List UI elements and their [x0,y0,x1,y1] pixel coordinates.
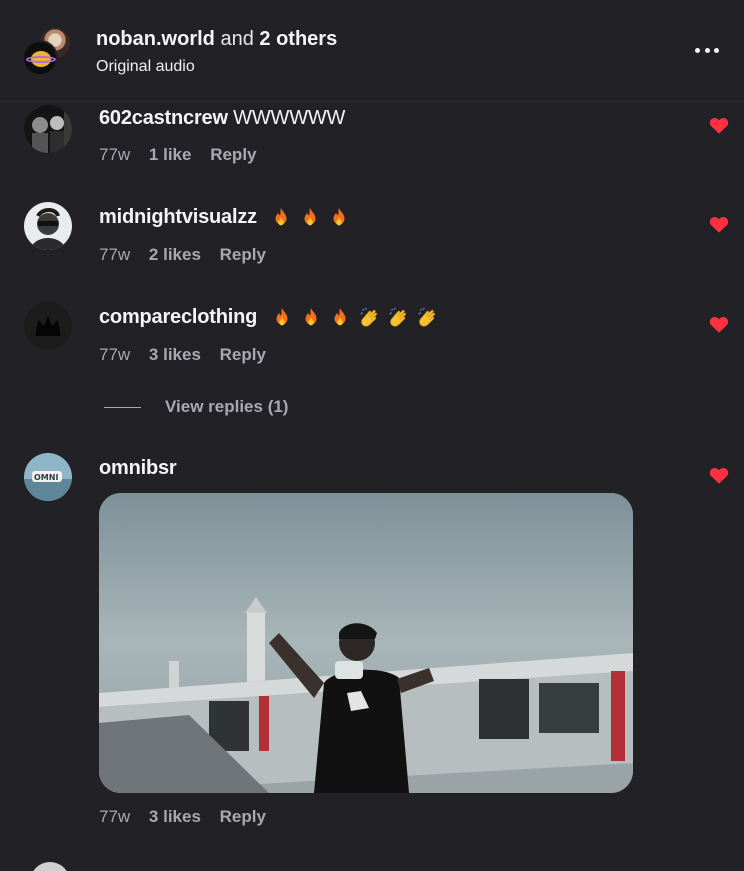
comment-age: 77w [99,145,131,164]
comment-meta: 77w 2 likes Reply [99,245,280,265]
comment-meta: 77w 1 like Reply [99,145,271,165]
svg-text:OMNI: OMNI [34,473,58,482]
clap-icon [359,307,377,327]
comment-likes[interactable]: 3 likes [149,807,201,826]
commenter-avatar[interactable] [24,202,72,250]
view-replies-button[interactable]: View replies (1) [104,396,288,418]
comment-age: 77w [99,345,131,364]
comment-meta: 77w 3 likes Reply [99,345,280,365]
post-authors: noban.world and 2 others [96,28,337,51]
commenter-avatar[interactable]: OMNI [24,453,72,501]
author-avatar-stack[interactable] [22,26,76,80]
post-header: noban.world and 2 others Original audio [0,0,744,102]
comment-gif-media[interactable] [99,493,633,793]
fire-icon [334,307,345,326]
comment-age: 77w [99,245,131,264]
comment-meta: 77w 3 likes Reply [99,807,280,827]
heart-icon[interactable] [709,116,729,134]
next-commenter-avatar[interactable] [30,862,70,871]
comment-username[interactable]: midnightvisualzz [99,206,350,229]
author-name[interactable]: noban.world [96,28,215,50]
replies-divider [104,406,141,408]
author-connector: and [220,28,254,50]
reply-button[interactable]: Reply [220,807,266,826]
comment-likes[interactable]: 2 likes [149,245,201,264]
fire-icon [305,307,316,326]
reply-button[interactable]: Reply [220,345,266,364]
comment-emojis [271,307,438,329]
fire-icon [275,207,287,226]
clap-icon [388,307,406,327]
fire-icon [276,307,287,326]
comment-emojis [270,207,350,229]
commenter-avatar[interactable] [24,105,72,153]
comment-age: 77w [99,807,131,826]
audio-label[interactable]: Original audio [96,58,195,76]
more-options-icon[interactable] [692,40,722,60]
fire-icon [333,207,345,226]
comment-likes[interactable]: 1 like [149,145,192,164]
clap-icon [417,307,435,327]
comment-text: WWWWWW [233,107,346,129]
view-replies-label: View replies (1) [165,397,289,416]
comment-username[interactable]: 602castncrew WWWWWW [99,107,345,130]
others-link[interactable]: 2 others [259,28,337,50]
reply-button[interactable]: Reply [210,145,256,164]
fire-icon [304,207,316,226]
heart-icon[interactable] [709,315,729,333]
heart-icon[interactable] [709,215,729,233]
comment-username[interactable]: compareclothing [99,306,438,329]
comment-username[interactable]: omnibsr [99,457,177,480]
comment-likes[interactable]: 3 likes [149,345,201,364]
reply-button[interactable]: Reply [220,245,266,264]
author-avatar [22,40,58,76]
heart-icon[interactable] [709,466,729,484]
commenter-avatar[interactable] [24,302,72,350]
